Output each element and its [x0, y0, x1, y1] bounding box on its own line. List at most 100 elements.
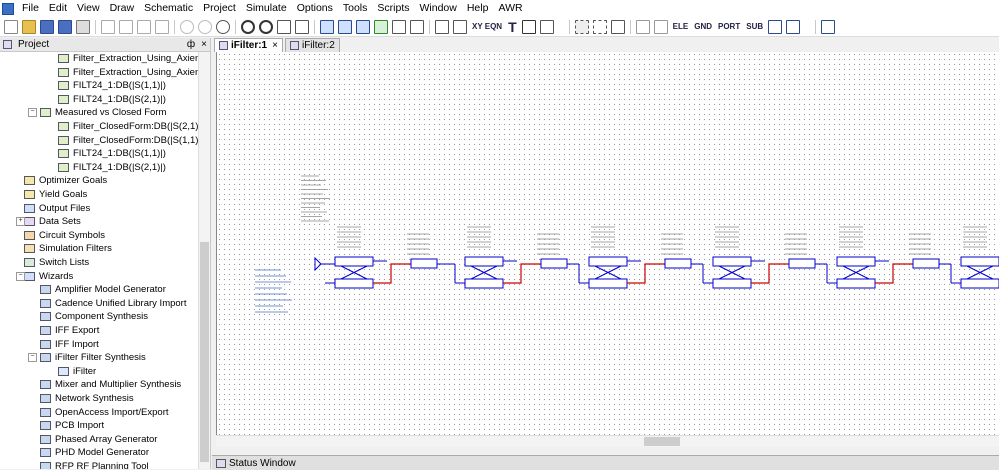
tree-item[interactable]: − iFilter Filter Synthesis	[28, 351, 146, 364]
menu-awr[interactable]: AWR	[493, 0, 527, 17]
tab-ifilter-2[interactable]: iFilter:2	[284, 38, 340, 52]
measurement-icon[interactable]	[435, 19, 449, 34]
chevron-down-icon[interactable]	[804, 20, 810, 34]
expander-icon[interactable]: −	[28, 108, 37, 118]
ele-button[interactable]: ELE	[673, 22, 689, 31]
menu-help[interactable]: Help	[462, 0, 494, 17]
menu-schematic[interactable]: Schematic	[139, 0, 198, 17]
tree-item[interactable]: − Wizards	[16, 270, 73, 283]
print-icon[interactable]	[76, 19, 90, 34]
tree-item[interactable]: iFilter	[58, 365, 96, 378]
tree-item[interactable]: PHD Model Generator	[40, 446, 149, 459]
tree-item[interactable]: + Data Sets	[16, 215, 81, 228]
tree-item[interactable]: OpenAccess Import/Export	[40, 406, 169, 419]
add-graph-icon[interactable]	[453, 19, 467, 34]
tree-item[interactable]: Component Synthesis	[40, 310, 148, 323]
paste-icon[interactable]	[137, 19, 151, 34]
tree-item[interactable]: Filter_ClosedForm:DB(|S(2,1)|)	[58, 120, 198, 133]
save-icon[interactable]	[40, 19, 54, 34]
canvas-horizontal-scrollbar[interactable]	[216, 435, 999, 447]
xy-eqn-button[interactable]: XY EQN	[472, 22, 502, 31]
tree-item[interactable]: PCB Import	[40, 419, 104, 432]
project-scrollbar[interactable]	[198, 52, 210, 469]
tune-icon[interactable]	[392, 19, 406, 34]
zoom-in-icon[interactable]	[241, 19, 255, 34]
expander-icon[interactable]: −	[16, 271, 25, 281]
tree-item[interactable]: FILT24_1:DB(|S(1,1)|)	[58, 79, 166, 92]
tree-item[interactable]: IFF Export	[40, 324, 99, 337]
menu-edit[interactable]: Edit	[44, 0, 72, 17]
tree-item[interactable]: − Measured vs Closed Form	[28, 106, 166, 119]
tree-item[interactable]: Yield Goals	[24, 188, 87, 201]
menu-view[interactable]: View	[72, 0, 105, 17]
tree-item[interactable]: Filter_Extraction_Using_Axiem:DE	[58, 66, 198, 79]
delete-icon[interactable]	[155, 19, 169, 34]
align-icon[interactable]	[821, 19, 836, 34]
tree-item[interactable]: Switch Lists	[24, 256, 89, 269]
tree-item[interactable]: Circuit Symbols	[24, 229, 105, 242]
scrollbar-thumb[interactable]	[200, 242, 209, 462]
tree-item[interactable]: Amplifier Model Generator	[40, 283, 166, 296]
layout-icon[interactable]	[338, 19, 352, 34]
select-icon[interactable]	[574, 19, 589, 34]
tree-item[interactable]: Optimizer Goals	[24, 174, 107, 187]
refresh-icon[interactable]	[216, 19, 230, 34]
tree-item[interactable]: FILT24_1:DB(|S(2,1)|)	[58, 161, 166, 174]
open-icon[interactable]	[22, 19, 36, 34]
grid-icon[interactable]	[539, 19, 554, 34]
menu-options[interactable]: Options	[292, 0, 338, 17]
close-icon[interactable]: ×	[201, 39, 207, 50]
schematic-canvas[interactable]	[216, 52, 999, 446]
rectangle-icon[interactable]	[521, 19, 536, 34]
box-select-icon[interactable]	[592, 19, 607, 34]
menu-scripts[interactable]: Scripts	[372, 0, 414, 17]
scrollbar-thumb[interactable]	[644, 437, 680, 446]
zoom-area-icon[interactable]	[277, 19, 291, 34]
tree-item[interactable]: Filter_ClosedForm:DB(|S(1,1)|)	[58, 134, 198, 147]
save-all-icon[interactable]	[58, 19, 72, 34]
optimize-icon[interactable]	[410, 19, 424, 34]
tree-item[interactable]: Network Synthesis	[40, 392, 134, 405]
text-tool-button[interactable]: T	[508, 19, 517, 35]
tree-item[interactable]: FILT24_1:DB(|S(2,1)|)	[58, 93, 166, 106]
status-window-bar[interactable]: Status Window	[212, 455, 999, 470]
cut-icon[interactable]	[101, 19, 115, 34]
new-icon[interactable]	[4, 19, 18, 34]
copy-icon[interactable]	[119, 19, 133, 34]
menu-project[interactable]: Project	[198, 0, 241, 17]
tree-item[interactable]: Simulation Filters	[24, 242, 112, 255]
menu-simulate[interactable]: Simulate	[241, 0, 292, 17]
expander-icon[interactable]: +	[16, 217, 25, 227]
chevron-down-icon[interactable]	[558, 20, 564, 34]
tree-item[interactable]: Phased Array Generator	[40, 433, 157, 446]
wire-icon[interactable]	[610, 19, 625, 34]
schematic-icon[interactable]	[320, 19, 334, 34]
menu-window[interactable]: Window	[414, 0, 461, 17]
simulate-icon[interactable]	[374, 19, 388, 34]
undo-icon[interactable]	[180, 19, 194, 34]
redo-icon[interactable]	[198, 19, 212, 34]
tree-item[interactable]: Mixer and Multiplier Synthesis	[40, 378, 181, 391]
tree-item[interactable]: Output Files	[24, 202, 90, 215]
node-icon[interactable]	[786, 19, 801, 34]
menu-file[interactable]: File	[17, 0, 44, 17]
expander-icon[interactable]: −	[28, 353, 37, 363]
sub-button[interactable]: SUB	[746, 22, 763, 31]
tree-item[interactable]: IFF Import	[40, 338, 99, 351]
arrow-up-icon[interactable]	[635, 19, 650, 34]
tree-item[interactable]: Cadence Unified Library Import	[40, 297, 186, 310]
gnd-button[interactable]: GND	[694, 22, 712, 31]
tree-item[interactable]: FILT24_1:DB(|S(1,1)|)	[58, 147, 166, 160]
probe-icon[interactable]	[768, 19, 783, 34]
tree-item[interactable]: RFP RF Planning Tool	[40, 460, 149, 469]
graph-icon[interactable]	[356, 19, 370, 34]
arrow-down-icon[interactable]	[653, 19, 668, 34]
view-all-icon[interactable]	[295, 19, 309, 34]
menu-draw[interactable]: Draw	[105, 0, 140, 17]
tab-ifilter-1[interactable]: iFilter:1 ×	[214, 38, 283, 52]
pin-icon[interactable]: ф	[187, 39, 195, 50]
chevron-down-icon[interactable]	[839, 20, 845, 34]
zoom-out-icon[interactable]	[259, 19, 273, 34]
tree-item[interactable]: Filter_Extraction_Using_Axiem:DE	[58, 52, 198, 65]
menu-tools[interactable]: Tools	[338, 0, 373, 17]
